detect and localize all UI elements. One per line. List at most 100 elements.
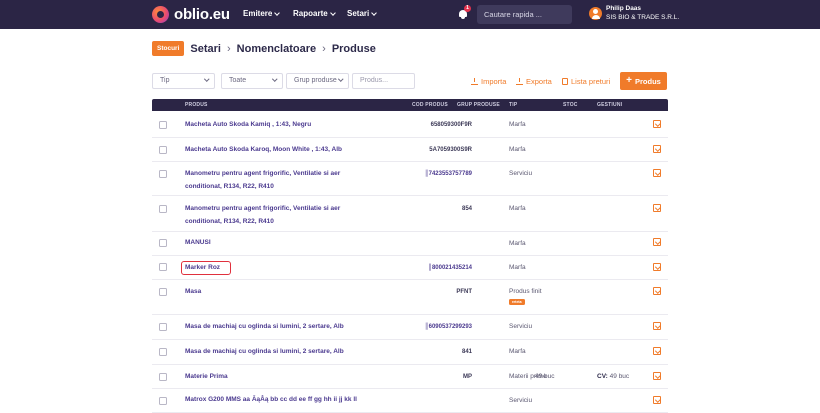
lista-preturi-link[interactable]: Lista preturi [562,77,610,86]
product-name-link[interactable]: Macheta Auto Skoda Kamiq , 1:43, Negru [185,119,375,132]
reteta-badge[interactable]: reteta [509,299,525,305]
product-type: Marfa [509,240,526,247]
product-name-link[interactable]: Masa de machiaj cu oglinda si lumini, 2 … [185,321,375,334]
product-type: Marfa [509,264,526,271]
logo[interactable]: oblio.eu [152,6,230,23]
chevron-down-icon [337,76,343,82]
header-cod-produs[interactable]: Cod produs [412,102,448,108]
add-product-label: Produs [635,76,661,86]
product-name-link[interactable]: Macheta Auto Skoda Karoq, Moon White , 1… [185,144,375,157]
importa-label: Importa [481,77,507,86]
product-name-link[interactable]: Manometru pentru agent frigorific, Venti… [185,168,370,193]
row-checkbox[interactable] [159,239,167,247]
product-name-link[interactable]: Materie Prima [185,371,375,384]
table-row[interactable]: Macheta Auto Skoda Karoq, Moon White , 1… [152,138,668,162]
lista-preturi-label: Lista preturi [571,77,611,86]
exporta-label: Exporta [526,77,552,86]
product-name-link[interactable]: Matrox G200 MMS aa ĂąÂą bb cc dd ee ff g… [185,394,375,407]
gestiune-stock: CV: 49 buc [597,373,629,380]
product-code-barcode: ║800021435214 [427,265,472,271]
header-gestiuni[interactable]: Gestiuni [597,102,622,108]
product-type: Marfa [509,348,526,355]
user-menu[interactable]: Philip Daas SIS BIO & TRADE S.R.L. [589,5,679,22]
grup-produse-select[interactable]: Grup produse [286,73,349,89]
stock-quantity: 49 buc [535,373,555,380]
product-type: Marfa [509,205,526,212]
row-checkbox[interactable] [159,170,167,178]
product-type: Produs finit [509,288,542,295]
plus-icon: + [626,75,632,86]
importa-link[interactable]: Importa [471,77,506,86]
add-product-button[interactable]: + Produs [620,72,667,90]
header-produs[interactable]: Produs [185,102,208,108]
table-row[interactable]: Macheta Auto Skoda Kamiq , 1:43, Negru 6… [152,112,668,138]
tip-filter-value: Tip [160,77,170,84]
row-checkbox[interactable] [159,323,167,331]
row-checkbox[interactable] [159,373,167,381]
row-checkbox[interactable] [159,348,167,356]
tip-filter-select[interactable]: Tip [152,73,215,89]
highlight-marker-roz [181,261,231,275]
product-code: PFNT [456,289,472,295]
product-name-link[interactable]: Masa [185,286,375,299]
expand-row-icon[interactable] [653,169,661,177]
header-stoc[interactable]: Stoc [563,102,578,108]
produs-search-input[interactable]: Produs... [352,73,415,89]
expand-row-icon[interactable] [653,263,661,271]
expand-row-icon[interactable] [653,120,661,128]
table-row[interactable]: Materie Prima MP Materii prime 49 buc CV… [152,365,668,389]
notification-count-badge: 1 [464,5,471,12]
product-code: MP [463,374,472,380]
table-row[interactable]: Manometru pentru agent frigorific, Venti… [152,162,668,196]
gestiune-label: CV: [597,373,608,380]
expand-row-icon[interactable] [653,238,661,246]
breadcrumb-setari[interactable]: Setari [190,43,221,55]
table-row[interactable]: Masa de machiaj cu oglinda si lumini, 2 … [152,315,668,340]
breadcrumb-separator: › [322,42,326,55]
row-checkbox[interactable] [159,146,167,154]
row-checkbox[interactable] [159,288,167,296]
user-company: SIS BIO & TRADE S.R.L. [606,13,680,21]
breadcrumb-nomenclatoare[interactable]: Nomenclatoare [237,43,316,55]
product-name-link[interactable]: Manometru pentru agent frigorific, Venti… [185,203,370,228]
stocuri-badge[interactable]: Stocuri [152,41,185,56]
logo-text: oblio.eu [174,6,230,23]
upload-icon [516,78,523,85]
header-grup-produse[interactable]: Grup produse [457,102,500,108]
expand-row-icon[interactable] [653,287,661,295]
product-type: Marfa [509,121,526,128]
expand-row-icon[interactable] [653,347,661,355]
nav-emitere-label: Emitere [243,9,273,18]
breadcrumb-produse: Produse [331,42,376,55]
status-filter-value: Toate [229,77,247,84]
nav-setari-label: Setari [347,9,370,18]
chevron-down-icon [203,76,209,82]
product-name-link[interactable]: MANUSI [185,237,375,250]
document-icon [562,78,568,85]
row-checkbox[interactable] [159,121,167,129]
row-checkbox[interactable] [159,205,167,213]
product-name-link[interactable]: Masa de machiaj cu oglinda si lumini, 2 … [185,346,375,359]
nav-rapoarte[interactable]: Rapoarte [293,9,336,18]
exporta-link[interactable]: Exporta [516,77,552,86]
expand-row-icon[interactable] [653,372,661,380]
nav-emitere[interactable]: Emitere [243,9,281,18]
expand-row-icon[interactable] [653,396,661,404]
table-row[interactable]: Masa PFNT Produs finit reteta [152,280,668,315]
table-row[interactable]: Manometru pentru agent frigorific, Venti… [152,196,668,232]
notifications-bell-icon[interactable]: 1 [458,5,471,19]
table-row[interactable]: MANUSI Marfa [152,232,668,256]
header-tip[interactable]: Tip [509,102,517,108]
product-code: 841 [461,349,472,355]
expand-row-icon[interactable] [653,204,661,212]
expand-row-icon[interactable] [653,145,661,153]
table-header: Produs Cod produs Grup produse Tip Stoc … [152,99,668,111]
nav-setari[interactable]: Setari [347,9,378,18]
row-checkbox[interactable] [159,263,167,271]
status-filter-select[interactable]: Toate [221,73,283,89]
quick-search-input[interactable]: Cautare rapida ... [477,5,572,24]
table-row[interactable]: Matrox G200 MMS aa ĂąÂą bb cc dd ee ff g… [152,389,668,413]
row-checkbox[interactable] [159,397,167,405]
table-row[interactable]: Masa de machiaj cu oglinda si lumini, 2 … [152,340,668,365]
expand-row-icon[interactable] [653,322,661,330]
